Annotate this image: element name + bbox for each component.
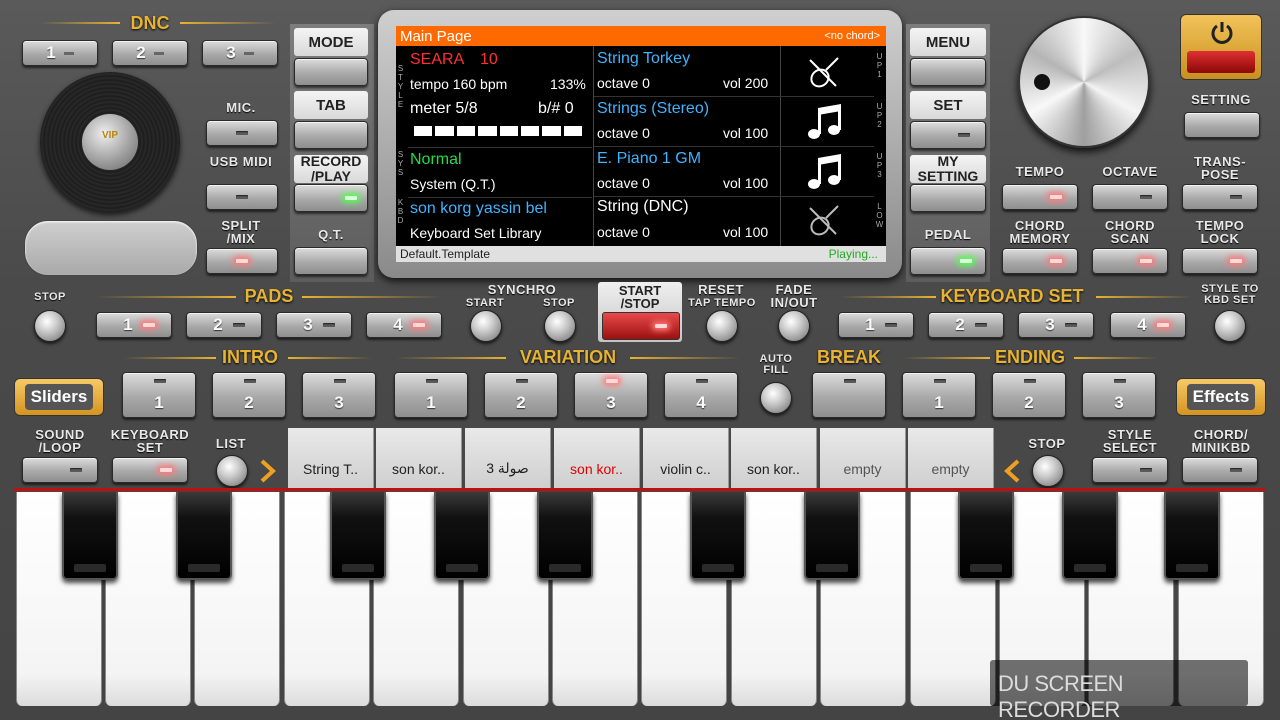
black-key-7[interactable] (804, 492, 860, 580)
watermark-text: DU SCREEN RECORDER (998, 671, 1124, 720)
black-key-1[interactable] (62, 492, 118, 580)
black-key-6[interactable] (690, 492, 746, 580)
black-key-9[interactable] (1062, 492, 1118, 580)
screen-recorder-watermark: DU SCREEN RECORDER (990, 660, 1248, 720)
black-key-10[interactable] (1164, 492, 1220, 580)
black-key-2[interactable] (176, 492, 232, 580)
organ-app: DNC 1 2 3 VIP MIC. USB MIDI SPLIT /MIX M… (0, 0, 1280, 720)
black-key-8[interactable] (958, 492, 1014, 580)
black-key-4[interactable] (434, 492, 490, 580)
black-key-5[interactable] (537, 492, 593, 580)
black-key-3[interactable] (330, 492, 386, 580)
